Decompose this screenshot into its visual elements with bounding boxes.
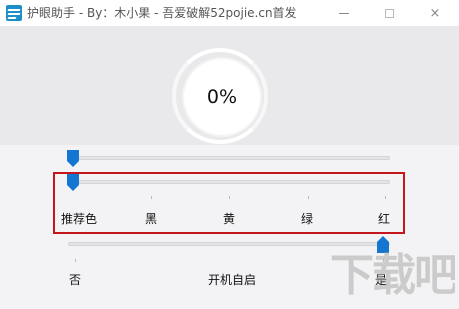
autostart-off-label: 否 [69, 273, 82, 287]
minimize-button[interactable] [327, 0, 361, 26]
watermark-logo: 下载吧 [330, 250, 455, 301]
window-title: 护眼助手 - By：木小果 - 吾爱破解52pojie.cn首发 [27, 6, 297, 20]
autostart-slider-track[interactable] [68, 242, 390, 246]
autostart-label: 开机自启 [208, 273, 257, 287]
title-bar: 护眼助手 - By：木小果 - 吾爱破解52pojie.cn首发 × [0, 0, 459, 26]
percentage-dial: 0% [184, 59, 260, 135]
app-icon [6, 5, 22, 21]
color-selection-highlight [53, 172, 405, 234]
close-button[interactable]: × [418, 0, 452, 26]
brightness-slider-track[interactable] [68, 156, 390, 160]
autostart-tick [75, 259, 76, 262]
dial-panel: 0% [0, 26, 459, 145]
percentage-value: 0% [206, 86, 238, 108]
close-icon: × [429, 5, 441, 21]
maximize-icon [384, 8, 394, 18]
minimize-icon [339, 12, 349, 14]
maximize-button[interactable] [372, 0, 406, 26]
